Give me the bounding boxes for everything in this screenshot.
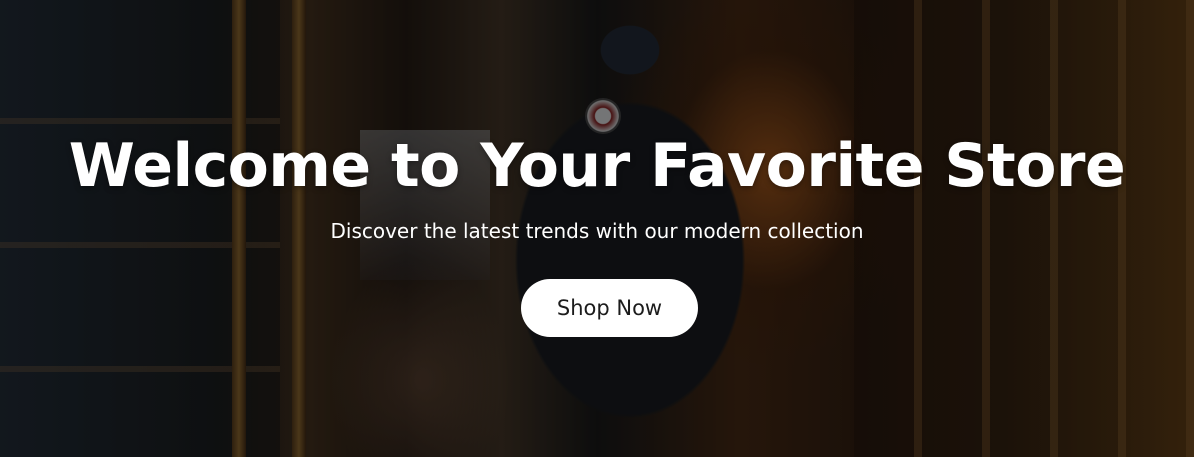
shop-now-button[interactable]: Shop Now bbox=[521, 279, 698, 337]
hero-section: Welcome to Your Favorite Store Discover … bbox=[0, 0, 1194, 457]
hero-content: Welcome to Your Favorite Store Discover … bbox=[0, 0, 1194, 457]
hero-title: Welcome to Your Favorite Store bbox=[68, 131, 1126, 201]
hero-subtitle: Discover the latest trends with our mode… bbox=[330, 219, 864, 243]
